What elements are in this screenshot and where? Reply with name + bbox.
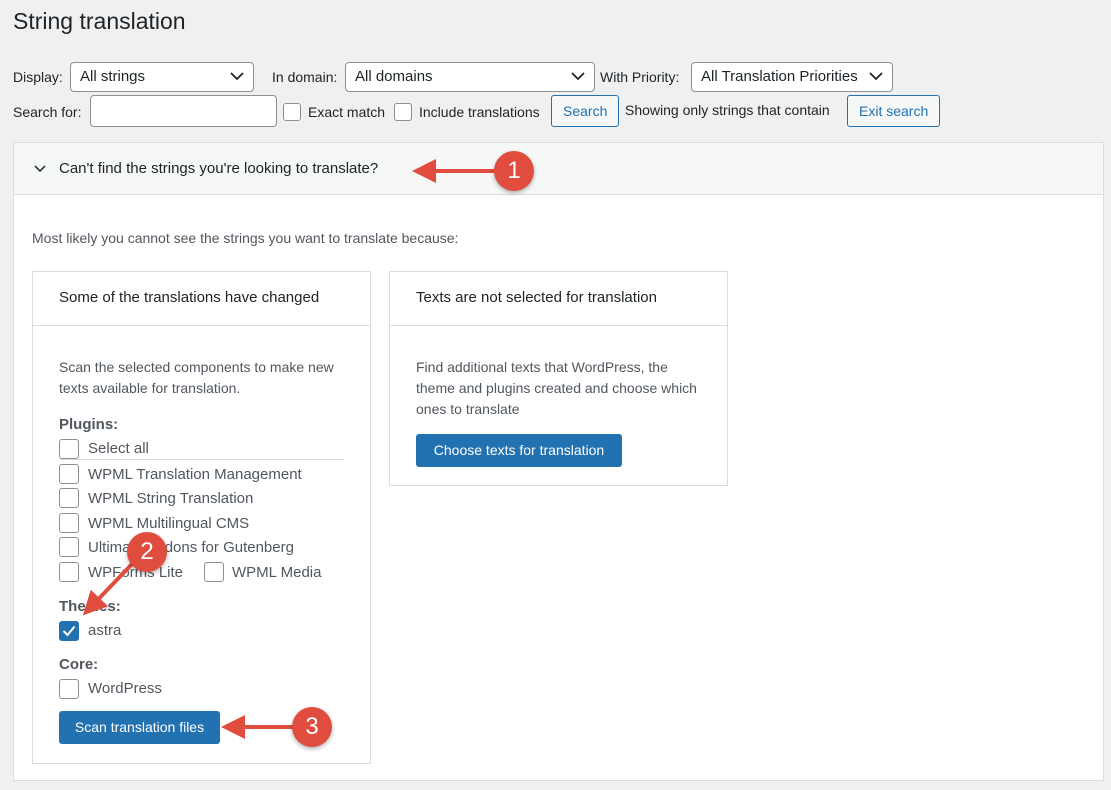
callout-badge-1: 1 <box>494 151 534 191</box>
arrow-2 <box>82 561 135 616</box>
callout-badge-3: 3 <box>292 707 332 747</box>
callout-badge-2: 2 <box>127 532 167 572</box>
annotation-arrows <box>82 159 496 739</box>
